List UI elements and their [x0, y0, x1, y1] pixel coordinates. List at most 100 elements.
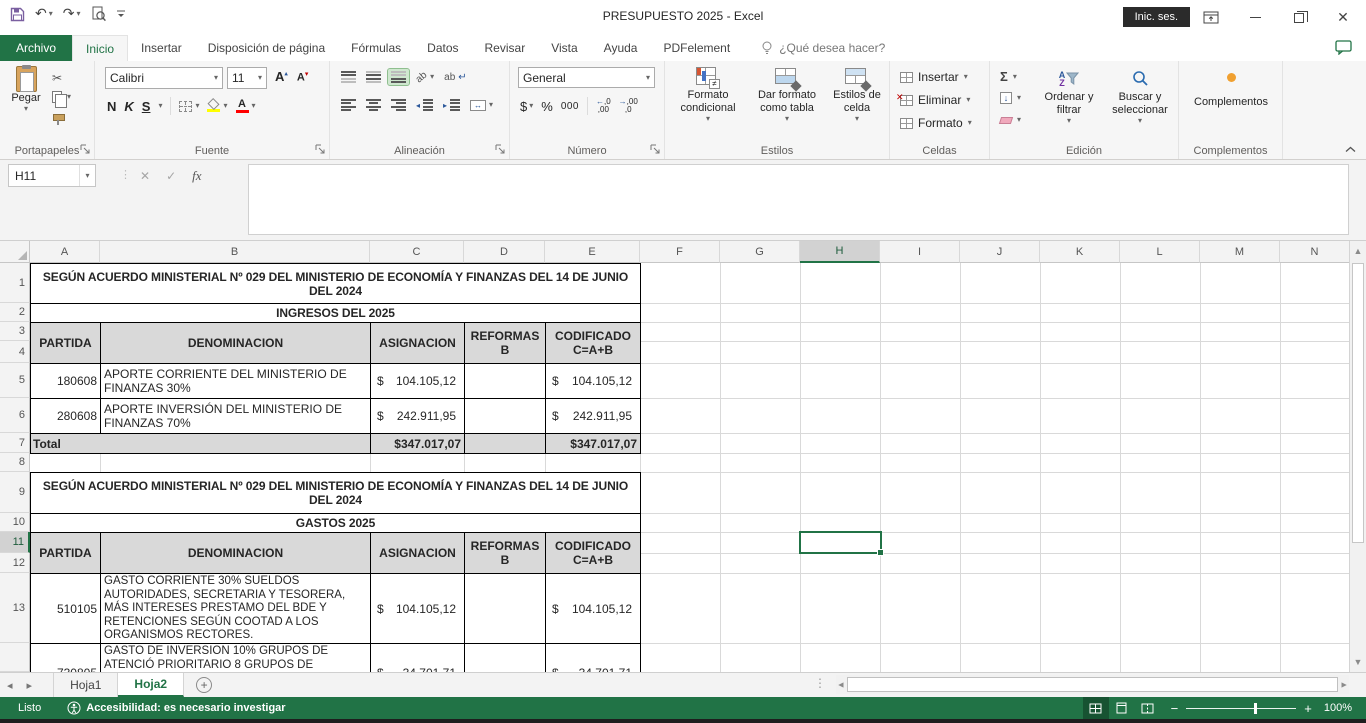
formula-input[interactable] [248, 164, 1349, 235]
row-header-9[interactable]: 9 [0, 472, 30, 513]
align-left-button[interactable] [338, 97, 359, 113]
borders-button[interactable]: ▾ [179, 101, 199, 112]
cell-codificado[interactable]: $242.911,95 [545, 398, 641, 434]
sort-filter-button[interactable]: AZ Ordenar y filtrar ▾ [1034, 67, 1104, 125]
zoom-in-button[interactable]: + [1304, 701, 1312, 716]
alineacion-dialog-launcher[interactable] [495, 144, 506, 155]
ingresos-subtitle-cell[interactable]: INGRESOS DEL 2025 [30, 303, 641, 323]
column-header-D[interactable]: D [464, 241, 545, 263]
borders-dropdown-icon[interactable]: ▾ [195, 102, 199, 110]
align-right-button[interactable] [388, 97, 409, 113]
increase-font-size-button[interactable]: A▴ [275, 69, 288, 84]
tab-disposicion[interactable]: Disposición de página [195, 35, 338, 61]
tab-datos[interactable]: Datos [414, 35, 471, 61]
tab-ayuda[interactable]: Ayuda [591, 35, 651, 61]
tab-vista[interactable]: Vista [538, 35, 590, 61]
percent-style-button[interactable]: % [541, 99, 553, 114]
vertical-scrollbar-thumb[interactable] [1352, 263, 1364, 543]
increase-indent-button[interactable]: ▸ [440, 97, 463, 113]
zoom-level[interactable]: 100% [1324, 702, 1352, 714]
sheet-grid[interactable]: A B C D E F G H I J K L M N 1 2 3 4 5 6 … [0, 241, 1366, 672]
tab-revisar[interactable]: Revisar [472, 35, 539, 61]
row-header-13[interactable]: 13 [0, 573, 30, 643]
header-denominacion[interactable]: DENOMINACION [100, 322, 371, 364]
numero-dialog-launcher[interactable] [650, 144, 661, 155]
page-break-view-button[interactable] [1135, 697, 1161, 719]
tell-me-box[interactable]: ¿Qué desea hacer? [761, 35, 885, 61]
align-center-button[interactable] [363, 97, 384, 113]
cell-partida[interactable]: 510105 [30, 573, 101, 644]
delete-cells-button[interactable]: ✕ Eliminar ▾ [900, 93, 970, 107]
cell-reformas-empty[interactable] [464, 573, 546, 644]
column-header-F[interactable]: F [640, 241, 720, 263]
number-format-combobox[interactable]: General ▾ [518, 67, 655, 88]
gastos-subtitle-cell[interactable]: GASTOS 2025 [30, 513, 641, 533]
cell-denominacion[interactable]: APORTE INVERSIÓN DEL MINISTERIO DE FINAN… [100, 398, 371, 434]
column-header-H[interactable]: H [800, 241, 880, 263]
close-button[interactable]: ✕ [1320, 0, 1366, 35]
paste-button[interactable]: Pegar ▾ [6, 66, 46, 113]
header-codificado[interactable]: CODIFICADO C=A+B [545, 532, 641, 574]
row-header-3[interactable]: 3 [0, 322, 30, 341]
cell-codificado[interactable]: $104.105,12 [545, 573, 641, 644]
ribbon-display-options-button[interactable] [1188, 0, 1234, 35]
orientation-dropdown-icon[interactable]: ▾ [430, 73, 434, 81]
insert-cells-button[interactable]: Insertar ▾ [900, 70, 968, 84]
restore-button[interactable] [1276, 0, 1322, 35]
tab-insertar[interactable]: Insertar [128, 35, 195, 61]
conditional-formatting-dropdown-icon[interactable]: ▾ [706, 115, 710, 123]
row-header-6[interactable]: 6 [0, 398, 30, 433]
row-header-10[interactable]: 10 [0, 513, 30, 532]
cell-styles-button[interactable]: Estilos de celda ▾ [827, 67, 887, 123]
header-asignacion[interactable]: ASIGNACION [370, 532, 465, 574]
sheet-tab-hoja2[interactable]: Hoja2 [118, 673, 184, 697]
row-header-12[interactable]: 12 [0, 553, 30, 573]
fill-color-dropdown-icon[interactable]: ▾ [223, 102, 227, 110]
decrease-decimal-button[interactable]: →,00,0 [619, 98, 638, 114]
scroll-right-icon[interactable]: ▲ [1340, 680, 1350, 689]
scroll-down-icon[interactable]: ▼ [1350, 657, 1366, 667]
cut-button[interactable]: ✂ [52, 71, 62, 85]
normal-view-button[interactable] [1083, 697, 1109, 719]
zoom-slider[interactable] [1186, 708, 1296, 709]
autosum-dropdown-icon[interactable]: ▾ [1013, 73, 1017, 81]
header-asignacion[interactable]: ASIGNACION [370, 322, 465, 364]
cell-asignacion[interactable]: $104.105,12 [370, 363, 465, 399]
column-header-N[interactable]: N [1280, 241, 1349, 263]
align-middle-button[interactable] [363, 69, 384, 85]
column-header-M[interactable]: M [1200, 241, 1280, 263]
format-painter-button[interactable] [52, 113, 64, 125]
find-select-button[interactable]: Buscar y seleccionar ▾ [1104, 67, 1176, 125]
sheet-nav-right-icon[interactable]: ▸ [20, 673, 40, 697]
column-header-I[interactable]: I [880, 241, 960, 263]
row-header-2[interactable]: 2 [0, 303, 30, 322]
clear-dropdown-icon[interactable]: ▾ [1017, 116, 1021, 124]
name-box[interactable]: H11 ▾ [8, 164, 96, 187]
confirm-entry-button[interactable]: ✓ [166, 169, 176, 183]
fill-color-button[interactable]: ▾ [207, 100, 227, 112]
horizontal-scrollbar-thumb[interactable] [847, 677, 1338, 692]
format-as-table-button[interactable]: Dar formato como tabla ▾ [749, 67, 825, 123]
row-header-7[interactable]: 7 [0, 433, 30, 453]
header-reformas[interactable]: REFORMAS B [464, 322, 546, 364]
find-select-dropdown-icon[interactable]: ▾ [1138, 117, 1142, 125]
column-header-A[interactable]: A [30, 241, 100, 263]
tab-archivo[interactable]: Archivo [0, 35, 72, 61]
total-codificado-cell[interactable]: $347.017,07 [545, 433, 641, 454]
fill-button[interactable]: ↓▾ [1000, 92, 1021, 104]
accounting-format-button[interactable]: $▾ [520, 99, 533, 114]
italic-button[interactable]: K [124, 99, 133, 114]
insert-cells-dropdown-icon[interactable]: ▾ [964, 73, 968, 81]
row-header-4[interactable]: 4 [0, 341, 30, 363]
portapapeles-dialog-launcher[interactable] [80, 144, 91, 155]
fuente-dialog-launcher[interactable] [315, 144, 326, 155]
new-sheet-button[interactable]: + [196, 677, 212, 693]
tab-formulas[interactable]: Fórmulas [338, 35, 414, 61]
horizontal-scrollbar[interactable]: ▲ ▲ [836, 675, 1349, 694]
name-box-dropdown-icon[interactable]: ▾ [79, 165, 95, 186]
select-all-corner[interactable] [0, 241, 30, 263]
vertical-scrollbar[interactable]: ▲ ▼ [1349, 241, 1366, 672]
cell-reformas-empty[interactable] [464, 363, 546, 399]
total-label-cell[interactable]: Total [30, 433, 371, 454]
column-header-E[interactable]: E [545, 241, 640, 263]
